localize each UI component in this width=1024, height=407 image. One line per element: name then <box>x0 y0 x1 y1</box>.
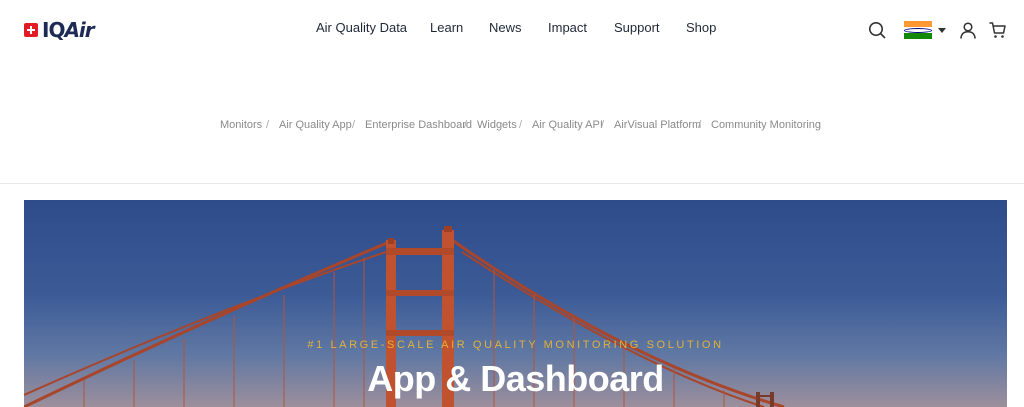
subnav-widgets[interactable]: Widgets <box>477 119 517 131</box>
logo-wordmark: IQAir <box>42 18 95 42</box>
subnav-air-quality-api[interactable]: Air Quality API <box>532 119 603 131</box>
nav-news[interactable]: News <box>489 20 522 35</box>
search-icon[interactable] <box>867 20 887 40</box>
subnav-separator: / <box>352 119 356 131</box>
subnav-separator: / <box>464 119 468 131</box>
subnav-separator: / <box>266 119 270 131</box>
site-header: IQAir Air Quality Data Learn News Impact… <box>0 0 1024 60</box>
subnav-separator: / <box>698 119 702 131</box>
india-flag-icon <box>904 21 932 39</box>
hero-eyebrow: #1 LARGE-SCALE AIR QUALITY MONITORING SO… <box>307 339 724 351</box>
iqair-logo[interactable]: IQAir <box>24 18 95 42</box>
nav-learn[interactable]: Learn <box>430 20 463 35</box>
hero-banner: #1 LARGE-SCALE AIR QUALITY MONITORING SO… <box>24 200 1007 407</box>
swiss-cross-icon <box>24 23 38 37</box>
subnav-separator: / <box>601 119 605 131</box>
logo-air: Air <box>64 18 94 42</box>
subnav-air-quality-app[interactable]: Air Quality App <box>279 119 352 131</box>
subnav-airvisual-platform[interactable]: AirVisual Platform <box>614 119 701 131</box>
nav-support[interactable]: Support <box>614 20 660 35</box>
logo-iq: IQ <box>42 18 65 42</box>
nav-air-quality-data[interactable]: Air Quality Data <box>316 20 407 35</box>
subnav-community-monitoring[interactable]: Community Monitoring <box>711 119 821 131</box>
nav-impact[interactable]: Impact <box>548 20 587 35</box>
nav-shop[interactable]: Shop <box>686 20 716 35</box>
user-icon[interactable] <box>958 20 978 40</box>
hero-title: App & Dashboard <box>367 358 664 399</box>
chevron-down-icon <box>938 27 946 33</box>
country-selector[interactable] <box>904 20 948 40</box>
subnav-enterprise-dashboard[interactable]: Enterprise Dashboard <box>365 119 472 131</box>
subnav-separator: / <box>519 119 523 131</box>
cart-icon[interactable] <box>988 20 1008 40</box>
subnav-monitors[interactable]: Monitors <box>220 119 262 131</box>
section-divider <box>0 183 1024 184</box>
